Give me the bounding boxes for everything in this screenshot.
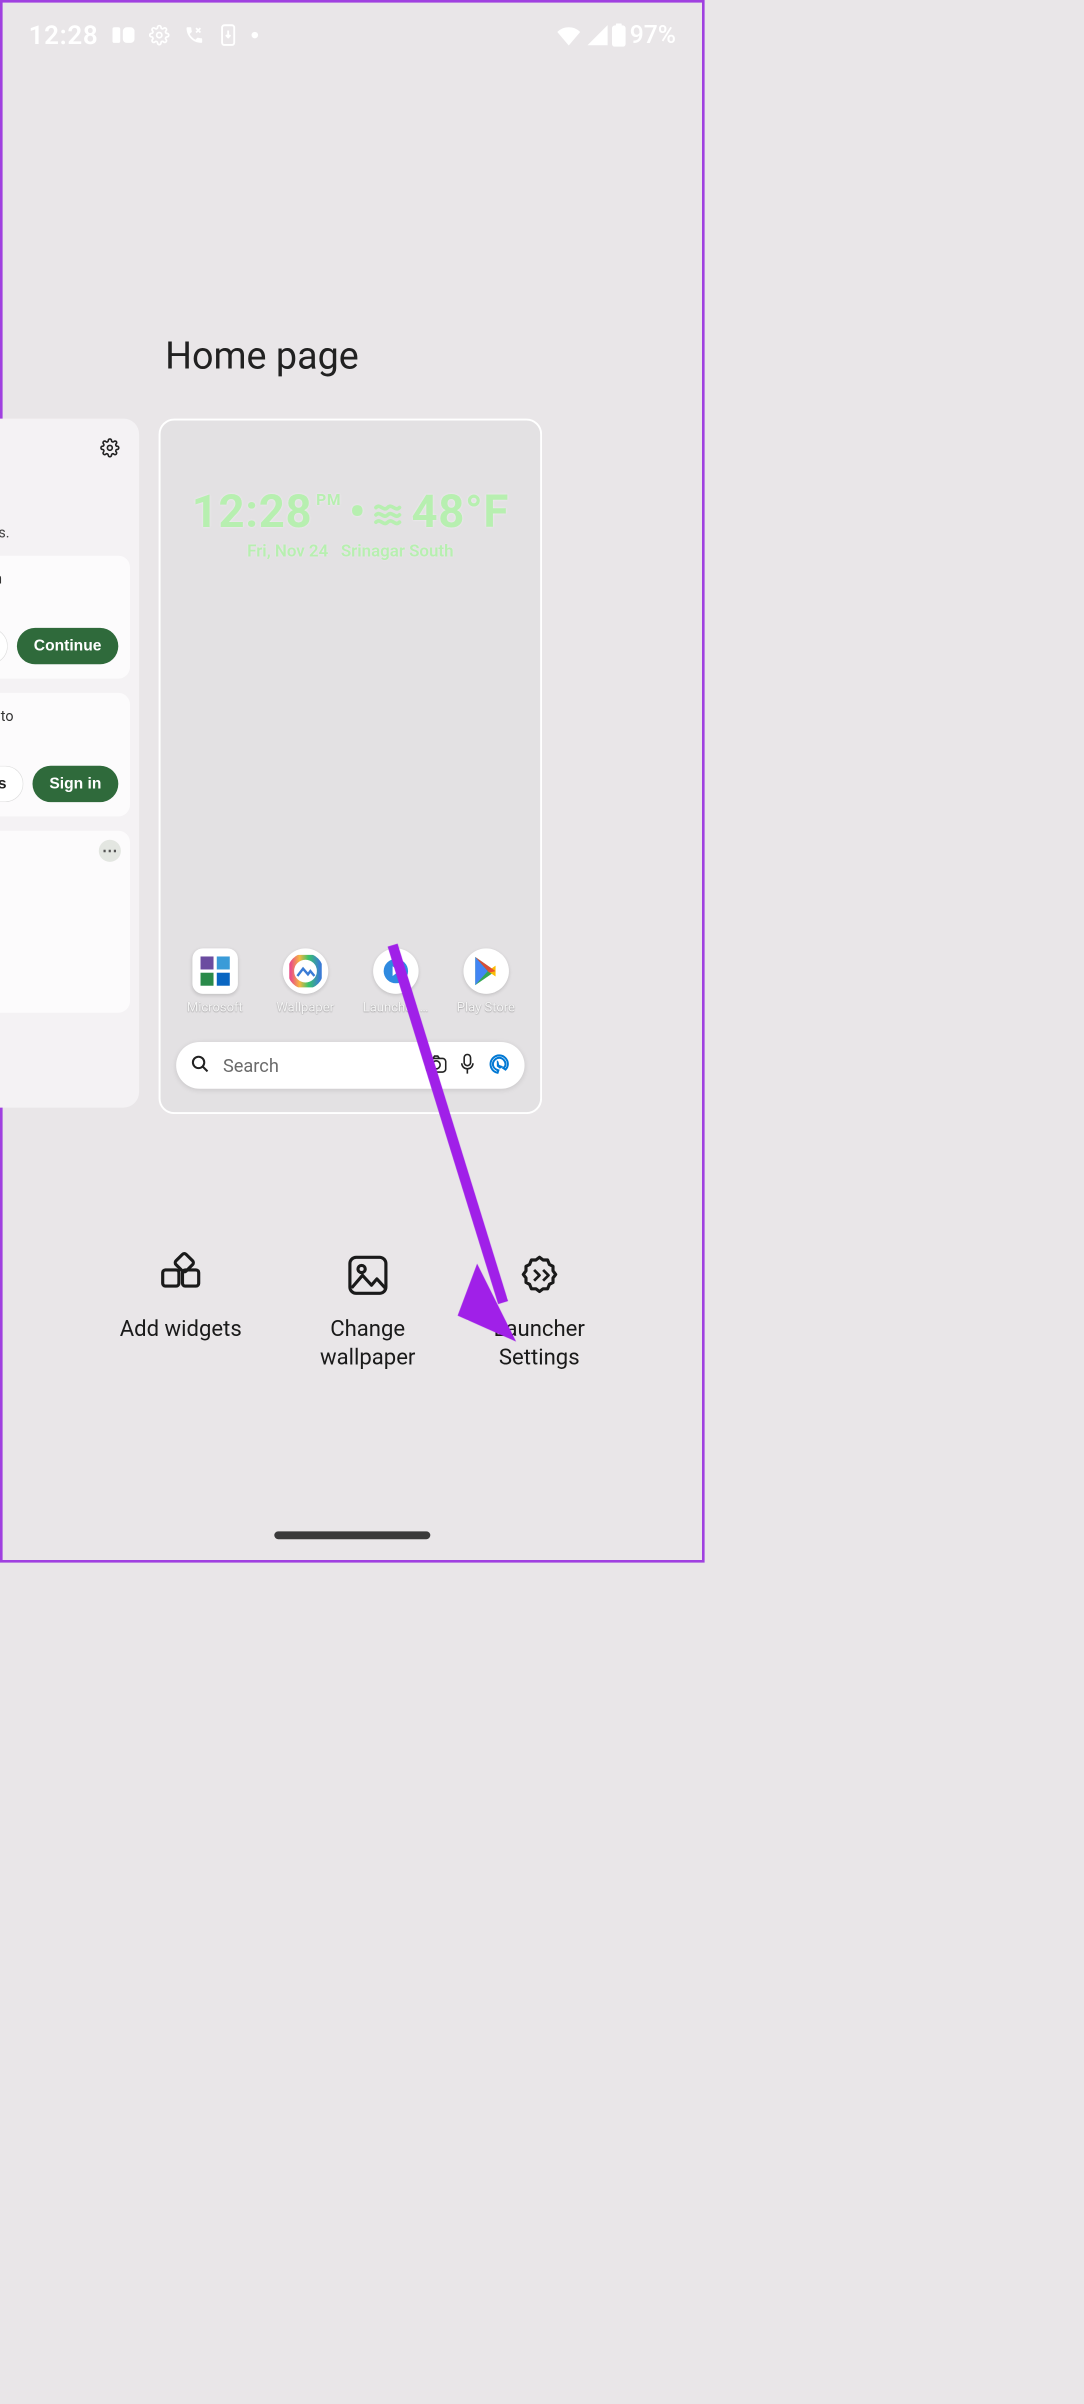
widget-location: Srinagar South <box>341 541 454 561</box>
widget-ampm: PM <box>316 491 341 509</box>
card-more-icon[interactable]: ⋯ <box>99 840 121 862</box>
gear-icon <box>149 25 170 46</box>
widget-temp: 48°F <box>411 486 509 539</box>
change-wallpaper-button[interactable]: Changewallpaper <box>320 1252 415 1372</box>
status-bar: 12:28 97% <box>3 3 702 68</box>
add-widgets-button[interactable]: Add widgets <box>120 1252 242 1372</box>
app-launcher[interactable]: Launcher … <box>357 948 435 1014</box>
feed-subtitle: ents, and to-do lists. <box>0 525 130 541</box>
camera-icon[interactable] <box>426 1054 447 1076</box>
action-label: Changewallpaper <box>320 1314 415 1371</box>
app-wallpaper[interactable]: Wallpaper <box>266 948 344 1014</box>
wallpaper-app-icon <box>282 948 328 994</box>
feed-card-appointments: ⋯ ntments <box>0 831 130 1013</box>
play-store-icon <box>463 948 509 994</box>
widget-time: 12:28 <box>192 486 312 539</box>
launcher-actions-row: Add widgets Changewallpaper LauncherSett… <box>3 1252 702 1372</box>
search-icon <box>190 1054 210 1076</box>
battery-percentage: 97% <box>630 21 676 50</box>
widgets-icon <box>157 1252 204 1299</box>
wallpaper-icon <box>344 1252 391 1299</box>
dismiss-button[interactable]: miss <box>0 628 8 664</box>
more-notifications-dot <box>252 32 259 39</box>
notif-id-icon <box>113 26 135 44</box>
wifi-icon <box>556 25 582 46</box>
mic-icon[interactable] <box>460 1054 476 1077</box>
app-play-store[interactable]: Play Store <box>447 948 525 1014</box>
action-label: LauncherSettings <box>494 1314 585 1371</box>
widget-separator: • <box>345 486 370 539</box>
weather-waves-icon <box>374 486 408 539</box>
widget-date: Fri, Nov 24 <box>247 541 328 561</box>
feed-card-text: fingertips. Sign in to <box>0 707 118 726</box>
sign-in-button[interactable]: Sign in <box>33 766 119 802</box>
home-page-preview[interactable]: 12:28 PM • 48°F Fri, Nov 24 Srinagar Sou… <box>159 419 543 1115</box>
page-title: Home page <box>165 334 359 378</box>
launcher-settings-icon <box>516 1252 563 1299</box>
home-app-row: Microsoft Wallpaper Launcher … Play Stor… <box>161 948 541 1014</box>
home-screen-preview-row: on ents, and to-do lists. ult launcher f… <box>3 419 702 1115</box>
feed-settings-icon[interactable] <box>100 438 120 461</box>
launcher-app-icon <box>373 948 419 994</box>
home-search-bar[interactable]: Search <box>176 1042 524 1089</box>
folder-icon <box>192 948 238 994</box>
phone-missed-icon <box>184 25 205 46</box>
feed-page-preview[interactable]: on ents, and to-do lists. ult launcher f… <box>0 419 139 1108</box>
status-time: 12:28 <box>29 20 99 51</box>
continue-button[interactable]: Continue <box>17 628 118 664</box>
feed-greeting: on <box>0 486 130 521</box>
feed-card-text: ult launcher for an <box>0 570 118 589</box>
app-microsoft-folder[interactable]: Microsoft <box>176 948 254 1014</box>
gesture-nav-bar[interactable] <box>274 1531 430 1539</box>
feed-card-signin: fingertips. Sign in to ismiss Sign in <box>0 693 130 816</box>
launcher-settings-button[interactable]: LauncherSettings <box>494 1252 585 1372</box>
bing-icon[interactable] <box>488 1053 510 1078</box>
battery-icon <box>612 23 626 46</box>
clock-weather-widget[interactable]: 12:28 PM • 48°F Fri, Nov 24 Srinagar Sou… <box>161 486 541 561</box>
search-placeholder: Search <box>223 1055 413 1076</box>
dismiss-button[interactable]: ismiss <box>0 766 23 802</box>
download-icon <box>219 24 237 46</box>
feed-card-default-launcher: ult launcher for an . miss Continue <box>0 556 130 679</box>
action-label: Add widgets <box>120 1314 242 1343</box>
cellular-icon <box>586 25 608 46</box>
